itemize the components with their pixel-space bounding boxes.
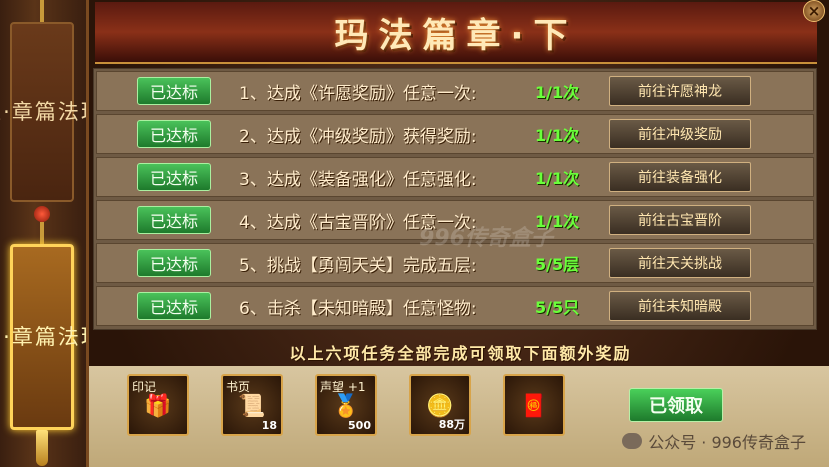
- tab-char: 法: [57, 100, 81, 124]
- reward-item-reputation[interactable]: 声望 +1 🏅 500: [315, 374, 377, 436]
- reward-item-gold[interactable]: 🪙 88万: [409, 374, 471, 436]
- task-progress: 1/1次: [535, 83, 580, 102]
- knot-icon: [34, 206, 50, 222]
- cord: [40, 222, 44, 244]
- side-tab-bar: 玛 法 篇 章 · 上 玛 法 篇 章 · 下: [0, 0, 102, 467]
- tab-char: ·: [3, 100, 12, 124]
- page-title: 玛法篇章·下: [334, 15, 578, 56]
- task-progress: 1/1次: [535, 126, 580, 145]
- tab-char: 篇: [34, 100, 58, 124]
- status-badge: 已达标: [137, 206, 211, 234]
- wechat-icon: [622, 433, 643, 449]
- item-label: 书页: [226, 380, 251, 394]
- tab-char: 章: [11, 325, 35, 349]
- tab-mafa-chapter-upper[interactable]: 玛 法 篇 章 · 上: [0, 22, 102, 202]
- reward-item-seal[interactable]: 印记 🎁: [127, 374, 189, 436]
- watermark-text: 公众号 · 996传奇盒子: [648, 433, 806, 452]
- task-row: 已达标 2、达成《冲级奖励》获得奖励: 1/1次 前往冲级奖励: [96, 114, 814, 154]
- task-list: 已达标 1、达成《许愿奖励》任意一次: 1/1次 前往许愿神龙 已达标 2、达成…: [93, 68, 817, 330]
- reward-title: 以上六项任务全部完成可领取下面额外奖励: [289, 344, 632, 363]
- task-text: 3、达成《装备强化》任意强化:: [239, 169, 477, 190]
- goto-button[interactable]: 前往古宝晋阶: [609, 205, 751, 235]
- task-text: 5、挑战【勇闯天关】完成五层:: [239, 255, 477, 276]
- goto-button[interactable]: 前往未知暗殿: [609, 291, 751, 321]
- task-text: 1、达成《许愿奖励》任意一次:: [239, 83, 477, 104]
- status-badge: 已达标: [137, 77, 211, 105]
- item-count: 18: [261, 419, 277, 432]
- reputation-icon: 🏅: [332, 394, 360, 419]
- item-count: 500: [348, 419, 371, 432]
- goto-button[interactable]: 前往冲级奖励: [609, 119, 751, 149]
- close-button[interactable]: ×: [803, 0, 825, 22]
- goto-button[interactable]: 前往天关挑战: [609, 248, 751, 278]
- watermark: 996传奇盒子: [419, 226, 553, 251]
- reward-area: 印记 🎁 书页 📜 18 声望 +1 🏅 500 🪙 88万 🧧 已领取 公众号…: [89, 366, 829, 467]
- status-badge: 已达标: [137, 163, 211, 191]
- tassel-icon: [36, 430, 48, 466]
- task-text: 2、达成《冲级奖励》获得奖励:: [239, 126, 477, 147]
- task-row: 已达标 3、达成《装备强化》任意强化: 1/1次 前往装备强化: [96, 157, 814, 197]
- item-count: 88万: [438, 418, 465, 431]
- tab-char: 下: [0, 324, 3, 350]
- red-envelope-icon: 🧧: [520, 394, 548, 419]
- task-progress: 1/1次: [535, 169, 580, 188]
- claim-button[interactable]: 已领取: [629, 388, 723, 422]
- cord: [40, 0, 44, 22]
- goto-button[interactable]: 前往许愿神龙: [609, 76, 751, 106]
- main-panel: 玛法篇章·下 × 已达标 1、达成《许愿奖励》任意一次: 1/1次 前往许愿神龙…: [86, 0, 829, 467]
- status-badge: 已达标: [137, 249, 211, 277]
- book-page-icon: 📜: [238, 394, 266, 419]
- watermark-footer: 公众号 · 996传奇盒子: [622, 429, 806, 453]
- tab-char: 篇: [34, 325, 58, 349]
- status-badge: 已达标: [137, 120, 211, 148]
- item-label: 印记: [132, 380, 157, 394]
- goto-button[interactable]: 前往装备强化: [609, 162, 751, 192]
- task-text: 6、击杀【未知暗殿】任意怪物:: [239, 298, 477, 319]
- tab-mafa-chapter-lower[interactable]: 玛 法 篇 章 · 下: [0, 244, 102, 430]
- task-row: 已达标 6、击杀【未知暗殿】任意怪物: 5/5只 前往未知暗殿: [96, 286, 814, 326]
- task-progress: 5/5层: [535, 255, 580, 274]
- item-label: 声望 +1: [320, 380, 366, 394]
- reward-item-book-page[interactable]: 书页 📜 18: [221, 374, 283, 436]
- tab-char: 章: [11, 100, 35, 124]
- gift-box-icon: 🎁: [144, 394, 172, 419]
- task-row: 已达标 1、达成《许愿奖励》任意一次: 1/1次 前往许愿神龙: [96, 71, 814, 111]
- reward-item-red-envelope[interactable]: 🧧: [503, 374, 565, 436]
- header: 玛法篇章·下: [95, 2, 817, 64]
- tab-char: ·: [3, 325, 12, 349]
- tab-char: 上: [0, 99, 3, 125]
- status-badge: 已达标: [137, 292, 211, 320]
- tab-char: 法: [57, 325, 81, 349]
- task-progress: 5/5只: [535, 298, 580, 317]
